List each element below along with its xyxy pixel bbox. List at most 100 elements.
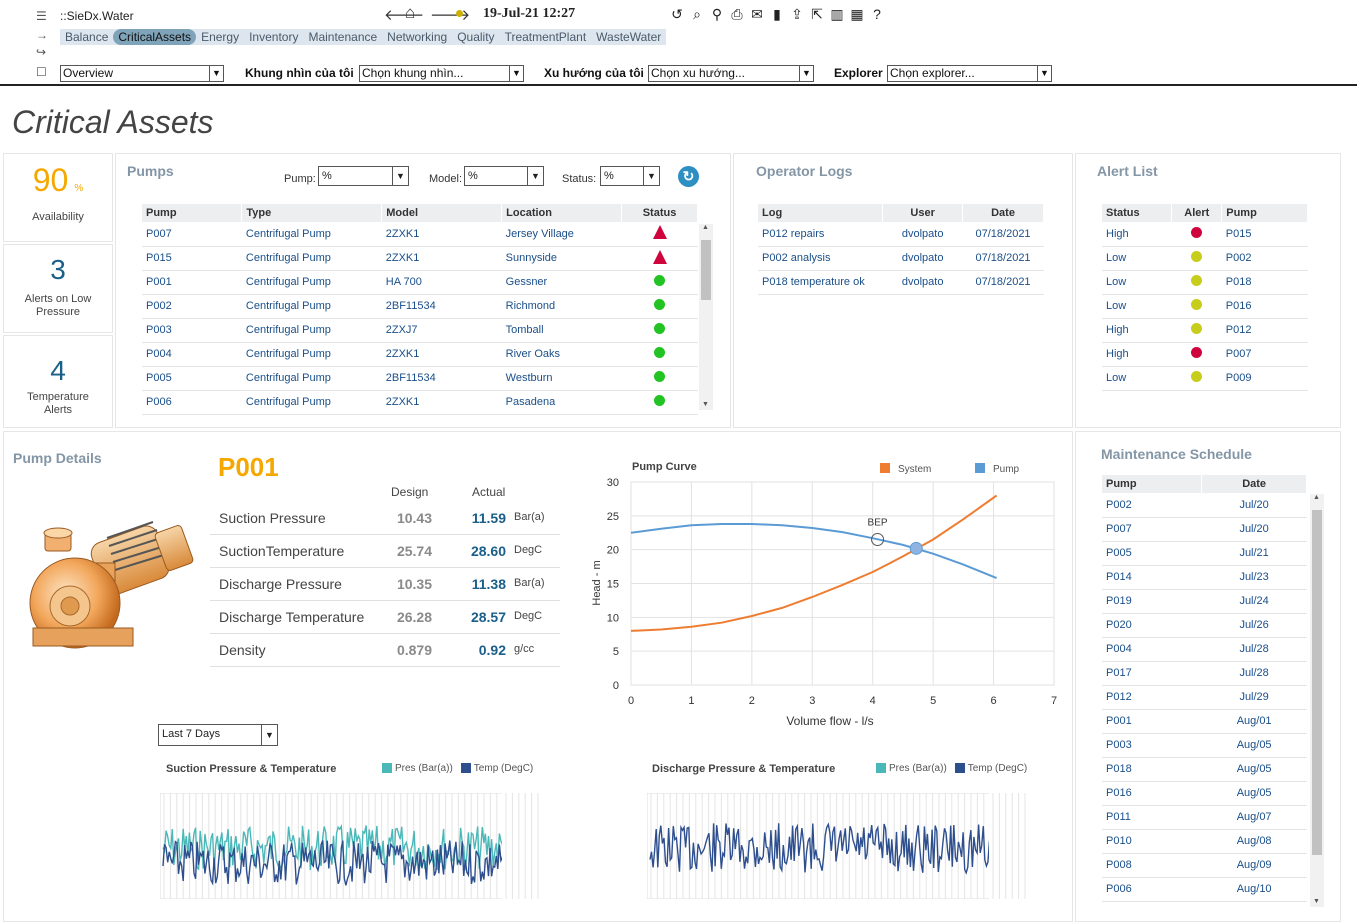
column-header[interactable]: Log: [758, 204, 884, 222]
table-row[interactable]: Low P018: [1102, 270, 1308, 295]
menu-icon[interactable]: ☰: [36, 10, 52, 22]
table-row[interactable]: P001 Centrifugal Pump HA 700 Gessner: [142, 270, 698, 295]
column-header[interactable]: Location: [501, 204, 623, 222]
my-view-select[interactable]: Chọn khung nhìn... ▼: [359, 65, 524, 82]
table-row[interactable]: P010 Aug/08: [1102, 829, 1307, 854]
forward-icon[interactable]: 🡒: [430, 5, 470, 24]
model-filter-select[interactable]: % ▼: [464, 166, 544, 186]
arrow-right-icon[interactable]: →: [36, 29, 52, 41]
table-row[interactable]: P003 Centrifugal Pump 2ZXJ7 Tomball: [142, 318, 698, 343]
column-header[interactable]: Date: [1201, 475, 1307, 493]
maintenance-scrollbar[interactable]: ▲ ▼: [1310, 494, 1324, 907]
search-zoom-icon[interactable]: ⌕: [688, 5, 706, 23]
table-row[interactable]: P004 Jul/28: [1102, 637, 1307, 662]
pump-cell[interactable]: P007: [142, 222, 242, 247]
column-header[interactable]: User: [882, 204, 964, 222]
range-select[interactable]: Last 7 Days ▼: [158, 724, 278, 746]
table-row[interactable]: P004 Centrifugal Pump 2ZXK1 River Oaks: [142, 342, 698, 367]
alert-pump-cell[interactable]: P016: [1221, 294, 1308, 319]
grid-icon[interactable]: ▦: [848, 5, 866, 23]
column-header[interactable]: Alert: [1171, 204, 1223, 222]
chart-icon[interactable]: ▥: [828, 5, 846, 23]
home-icon[interactable]: ⌂: [405, 3, 415, 23]
tab-energy[interactable]: Energy: [196, 29, 244, 45]
table-row[interactable]: P019 Jul/24: [1102, 589, 1307, 614]
undo-icon[interactable]: ↺: [668, 5, 686, 23]
column-header[interactable]: Model: [381, 204, 503, 222]
column-header[interactable]: Pump: [1221, 204, 1308, 222]
table-row[interactable]: P002 Jul/20: [1102, 493, 1307, 518]
column-header[interactable]: Pump: [1102, 475, 1203, 493]
tab-quality[interactable]: Quality: [452, 29, 499, 45]
redo-icon[interactable]: ↪: [36, 46, 52, 58]
table-row[interactable]: P002 analysis dvolpato 07/18/2021: [758, 246, 1044, 271]
table-row[interactable]: P012 Jul/29: [1102, 685, 1307, 710]
pump-cell[interactable]: P006: [142, 390, 242, 415]
tab-wastewater[interactable]: WasteWater: [591, 29, 666, 45]
print-icon[interactable]: ⎙: [728, 5, 746, 23]
refresh-icon[interactable]: ↻: [678, 166, 699, 187]
table-row[interactable]: Low P002: [1102, 246, 1308, 271]
table-row[interactable]: P017 Jul/28: [1102, 661, 1307, 686]
trash-icon[interactable]: ▮: [768, 5, 786, 23]
column-header[interactable]: Status: [621, 204, 698, 222]
table-row[interactable]: P006 Aug/10: [1102, 877, 1307, 902]
table-row[interactable]: P011 Aug/07: [1102, 805, 1307, 830]
table-row[interactable]: P005 Jul/21: [1102, 541, 1307, 566]
table-row[interactable]: P002 Centrifugal Pump 2BF11534 Richmond: [142, 294, 698, 319]
table-row[interactable]: P005 Centrifugal Pump 2BF11534 Westburn: [142, 366, 698, 391]
pump-cell[interactable]: P001: [142, 270, 242, 295]
table-row[interactable]: P008 Aug/09: [1102, 853, 1307, 878]
column-header[interactable]: Status: [1102, 204, 1173, 222]
table-row[interactable]: High P012: [1102, 318, 1308, 343]
upload-icon[interactable]: ⇪: [788, 5, 806, 23]
pin-icon[interactable]: ⚲: [708, 5, 726, 23]
table-row[interactable]: Low P009: [1102, 366, 1308, 391]
table-row[interactable]: High P007: [1102, 342, 1308, 367]
table-row[interactable]: P018 Aug/05: [1102, 757, 1307, 782]
alert-pump-cell[interactable]: P002: [1221, 246, 1308, 271]
explorer-select[interactable]: Chọn explorer... ▼: [887, 65, 1052, 82]
table-row[interactable]: P015 Centrifugal Pump 2ZXK1 Sunnyside: [142, 246, 698, 271]
view-select[interactable]: Overview ▼: [60, 65, 224, 82]
pump-cell[interactable]: P003: [142, 318, 242, 343]
column-header[interactable]: Type: [241, 204, 383, 222]
table-row[interactable]: High P015: [1102, 222, 1308, 247]
trend-select[interactable]: Chọn xu hướng... ▼: [648, 65, 814, 82]
tab-maintenance[interactable]: Maintenance: [303, 29, 382, 45]
tab-inventory[interactable]: Inventory: [244, 29, 303, 45]
pump-filter-select[interactable]: % ▼: [318, 166, 409, 186]
table-row[interactable]: P016 Aug/05: [1102, 781, 1307, 806]
alert-pump-cell[interactable]: P009: [1221, 366, 1308, 391]
alert-pump-cell[interactable]: P007: [1221, 342, 1308, 367]
column-header[interactable]: Date: [962, 204, 1044, 222]
status-filter-select[interactable]: % ▼: [600, 166, 660, 186]
table-row[interactable]: P007 Jul/20: [1102, 517, 1307, 542]
table-row[interactable]: Low P016: [1102, 294, 1308, 319]
alert-pump-cell[interactable]: P012: [1221, 318, 1308, 343]
pumps-scrollbar[interactable]: ▲ ▼: [699, 224, 713, 410]
tab-networking[interactable]: Networking: [382, 29, 452, 45]
table-row[interactable]: P006 Centrifugal Pump 2ZXK1 Pasadena: [142, 390, 698, 415]
pump-cell[interactable]: P015: [142, 246, 242, 271]
table-row[interactable]: P012 repairs dvolpato 07/18/2021: [758, 222, 1044, 247]
table-row[interactable]: P018 temperature ok dvolpato 07/18/2021: [758, 270, 1044, 295]
table-row[interactable]: P003 Aug/05: [1102, 733, 1307, 758]
help-icon[interactable]: ?: [868, 5, 886, 23]
pump-cell[interactable]: P004: [142, 342, 242, 367]
tab-balance[interactable]: Balance: [60, 29, 113, 45]
tab-treatmentplant[interactable]: TreatmentPlant: [500, 29, 592, 45]
column-header[interactable]: Pump: [142, 204, 243, 222]
mail-icon[interactable]: ✉: [748, 5, 766, 23]
table-row[interactable]: P014 Jul/23: [1102, 565, 1307, 590]
alert-pump-cell[interactable]: P018: [1221, 270, 1308, 295]
export-icon[interactable]: ⇱: [808, 5, 826, 23]
pump-cell[interactable]: P002: [142, 294, 242, 319]
table-row[interactable]: P001 Aug/01: [1102, 709, 1307, 734]
alert-pump-cell[interactable]: P015: [1221, 222, 1308, 247]
table-row[interactable]: P020 Jul/26: [1102, 613, 1307, 638]
pump-cell[interactable]: P005: [142, 366, 242, 391]
table-row[interactable]: P007 Centrifugal Pump 2ZXK1 Jersey Village: [142, 222, 698, 247]
tab-criticalassets[interactable]: CriticalAssets: [113, 29, 197, 45]
window-icon[interactable]: ☐: [36, 66, 52, 78]
